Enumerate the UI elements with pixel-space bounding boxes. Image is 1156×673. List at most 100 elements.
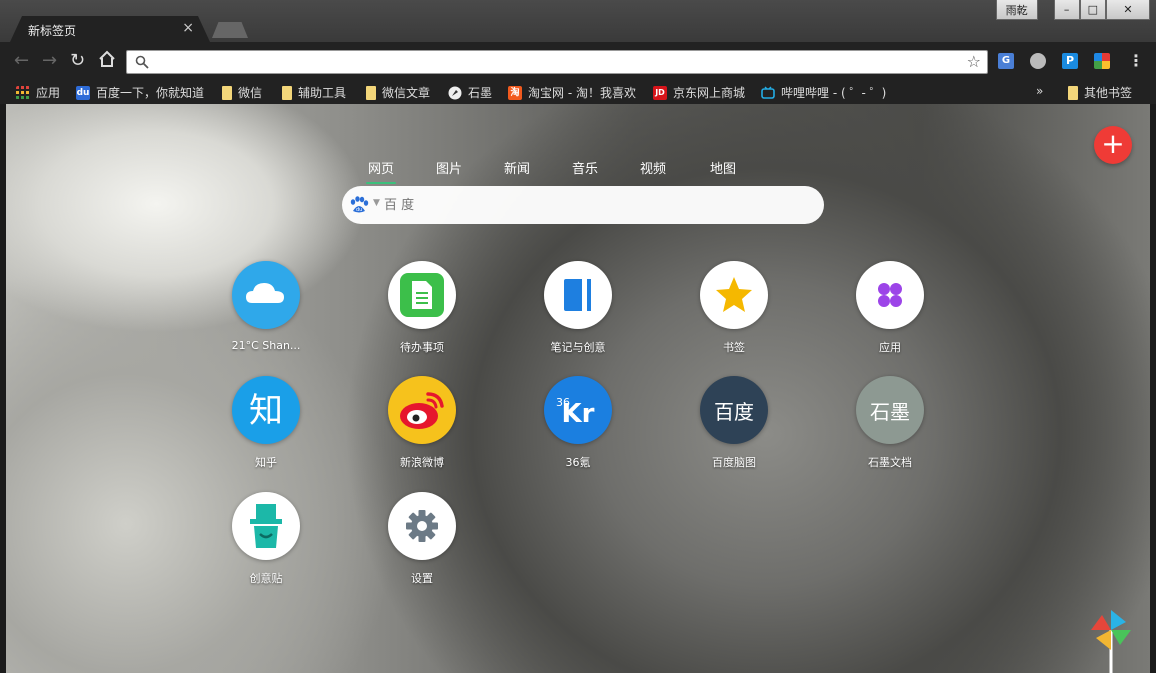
profile-button[interactable]: 雨乾 (995, 0, 1038, 20)
taobao-icon: 淘 (508, 85, 522, 100)
svg-text:知: 知 (249, 391, 283, 431)
tile-label: 笔记与创意 (550, 341, 606, 354)
folder-icon (366, 85, 376, 100)
tile-creative[interactable]: 创意贴 (206, 492, 326, 586)
home-icon (99, 50, 115, 67)
address-bar[interactable]: ☆ (126, 50, 988, 74)
window-controls: 雨乾 – □ ✕ (995, 0, 1150, 20)
bookmark-folder-tools[interactable]: 辅助工具 (282, 84, 346, 101)
folder-icon (282, 85, 292, 100)
bookmark-star-icon[interactable]: ☆ (967, 52, 981, 71)
svg-text:石墨: 石墨 (870, 400, 910, 424)
tile-label: 设置 (411, 572, 433, 585)
bookmark-label: 淘宝网 - 淘！我喜欢 (528, 86, 636, 100)
tab-news[interactable]: 新闻 (504, 158, 530, 177)
browser-tab-active[interactable]: 新标签页 × (10, 16, 210, 42)
tile-bookmarks[interactable]: 书签 (674, 261, 794, 355)
search-box[interactable]: du ▼ (342, 186, 824, 224)
tab-map[interactable]: 地图 (710, 158, 736, 177)
browser-toolbar: ← → ↻ ☆ G P ⋮ (0, 42, 1156, 80)
tile-weather[interactable]: 21°C Shan... (206, 261, 326, 352)
tile-label: 新浪微博 (400, 456, 444, 469)
tab-video[interactable]: 视频 (640, 158, 666, 177)
tile-todo[interactable]: 待办事项 (362, 261, 482, 355)
jd-icon: JD (653, 85, 667, 100)
tab-web[interactable]: 网页 (365, 158, 397, 184)
bookmark-bilibili[interactable]: 哔哩哔哩 - ( ゜- ゜) (761, 84, 886, 101)
tile-label: 创意贴 (249, 572, 283, 585)
tile-36kr[interactable]: 36 Kr 36氪 (518, 376, 638, 470)
bookmark-apps[interactable]: 应用 (16, 84, 60, 101)
translate-icon[interactable]: G (998, 53, 1014, 69)
bookmark-label: 哔哩哔哩 - ( ゜- ゜) (781, 86, 887, 100)
title-bar: 新标签页 × 雨乾 – □ ✕ (0, 0, 1156, 42)
new-tab-button[interactable] (212, 22, 248, 38)
bookmark-baidu[interactable]: du 百度一下，你就知道 (76, 84, 204, 101)
bookmark-shimo[interactable]: 石墨 (448, 84, 492, 101)
engine-dropdown-icon[interactable]: ▼ (373, 198, 380, 208)
shimo-icon (448, 86, 462, 99)
apps-clover-icon (856, 261, 924, 329)
chrome-menu-icon[interactable]: ⋮ (1128, 53, 1144, 69)
baidu-naotu-icon: 百度 (700, 376, 768, 444)
close-window-button[interactable]: ✕ (1106, 0, 1150, 20)
home-button[interactable] (98, 50, 116, 73)
todo-document-icon (388, 261, 456, 329)
new-tab-page: 网页 图片 新闻 音乐 视频 地图 du ▼ + 21°C Shan... 待办… (6, 104, 1150, 673)
tab-music[interactable]: 音乐 (572, 158, 598, 177)
search-icon (135, 55, 149, 69)
reload-button[interactable]: ↻ (70, 51, 85, 71)
forward-button[interactable]: → (42, 51, 57, 71)
baidu-paw-icon[interactable]: du (348, 196, 370, 214)
tile-label: 知乎 (255, 456, 277, 469)
add-tile-button[interactable]: + (1094, 126, 1132, 164)
pinwheel-icon[interactable] (1088, 608, 1134, 673)
search-input[interactable] (384, 195, 804, 215)
svg-text:Kr: Kr (562, 399, 595, 429)
cloud-weather-icon (232, 261, 300, 329)
p-extension-icon[interactable]: P (1062, 53, 1078, 69)
tile-notes[interactable]: 笔记与创意 (518, 261, 638, 355)
36kr-icon: 36 Kr (544, 376, 612, 444)
apps-grid-icon (16, 85, 29, 99)
chevron-double-right-icon: » (1036, 84, 1044, 98)
circle-extension-icon[interactable] (1030, 53, 1046, 69)
bookmark-folder-articles[interactable]: 微信文章 (366, 84, 430, 101)
bookmark-label: 石墨 (468, 86, 493, 100)
star-icon (700, 261, 768, 329)
tile-shimo-docs[interactable]: 石墨 石墨文档 (830, 376, 950, 470)
tile-weibo[interactable]: 新浪微博 (362, 376, 482, 470)
tile-label: 36氪 (565, 456, 591, 469)
tab-close-icon[interactable]: × (182, 20, 194, 36)
maximize-button[interactable]: □ (1079, 0, 1106, 20)
zhihu-icon: 知 (232, 376, 300, 444)
tile-settings[interactable]: 设置 (362, 492, 482, 586)
tile-label: 石墨文档 (868, 456, 912, 469)
minimize-button[interactable]: – (1053, 0, 1080, 20)
color-extension-icon[interactable] (1094, 53, 1110, 69)
back-button[interactable]: ← (14, 51, 29, 71)
bookmark-jd[interactable]: JD 京东网上商城 (653, 84, 745, 101)
tile-label: 21°C Shan... (231, 339, 301, 352)
weibo-icon (388, 376, 456, 444)
baidu-icon: du (76, 85, 90, 100)
bookmark-label: 辅助工具 (298, 86, 347, 100)
tile-zhihu[interactable]: 知 知乎 (206, 376, 326, 470)
settings-gear-icon (388, 492, 456, 560)
bookmark-label: 应用 (36, 86, 61, 100)
tile-baidu-naotu[interactable]: 百度 百度脑图 (674, 376, 794, 470)
address-input[interactable] (155, 53, 955, 71)
tile-apps[interactable]: 应用 (830, 261, 950, 355)
svg-text:du: du (356, 207, 362, 213)
bookmark-label: 微信文章 (382, 86, 431, 100)
bookmark-label: 微信 (238, 86, 263, 100)
bookmarks-overflow-button[interactable]: » (1036, 84, 1043, 98)
tile-label: 百度脑图 (712, 456, 756, 469)
tab-images[interactable]: 图片 (436, 158, 462, 177)
other-bookmarks[interactable]: 其他书签 (1068, 84, 1132, 101)
folder-icon (222, 85, 232, 100)
bookmark-folder-weixin[interactable]: 微信 (222, 84, 262, 101)
bookmark-label: 其他书签 (1084, 86, 1133, 100)
search-type-tabs: 网页 图片 新闻 音乐 视频 地图 (6, 158, 1150, 184)
bookmark-taobao[interactable]: 淘 淘宝网 - 淘！我喜欢 (508, 84, 636, 101)
